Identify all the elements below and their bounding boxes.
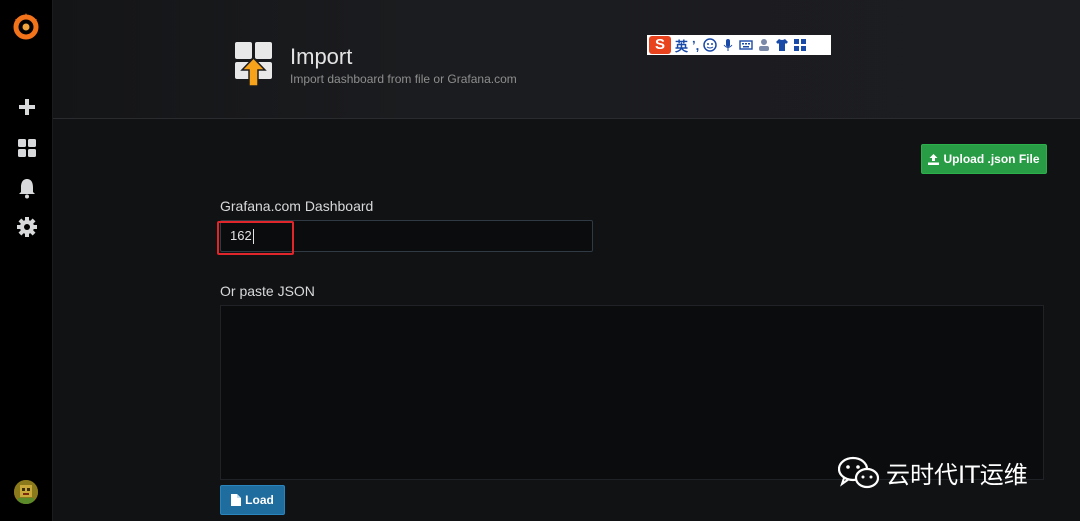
ime-language-label[interactable]: 英 — [675, 36, 688, 55]
microphone-icon[interactable] — [721, 38, 735, 52]
page-header: Import Import dashboard from file or Gra… — [53, 0, 1080, 119]
plus-icon[interactable] — [16, 96, 38, 118]
upload-button-label: Upload .json File — [943, 152, 1040, 166]
user-share-icon[interactable] — [757, 38, 771, 52]
paste-json-label: Or paste JSON — [220, 283, 315, 299]
ime-punctuation-label[interactable]: ʼ, — [692, 38, 699, 53]
sogou-logo-icon: S — [649, 36, 671, 54]
wechat-watermark: 云时代IT运维 — [838, 455, 1028, 490]
emoji-icon[interactable] — [703, 38, 717, 52]
ime-toolbar[interactable]: S 英 ʼ, — [647, 35, 831, 55]
bell-icon[interactable] — [16, 177, 38, 199]
grafana-dashboard-label: Grafana.com Dashboard — [220, 198, 374, 214]
watermark-text: 云时代IT运维 — [886, 461, 1028, 489]
grafana-logo-icon[interactable] — [11, 11, 41, 41]
shirt-icon[interactable] — [775, 38, 789, 52]
file-icon — [231, 494, 242, 506]
import-dashboard-icon — [235, 42, 272, 87]
wechat-icon — [838, 456, 880, 488]
dashboards-icon[interactable] — [16, 137, 38, 159]
page-title: Import — [290, 44, 353, 69]
sidebar — [0, 0, 53, 521]
load-button-label: Load — [245, 493, 274, 507]
grid-menu-icon[interactable] — [793, 38, 807, 52]
load-button[interactable]: Load — [220, 485, 285, 515]
keyboard-icon[interactable] — [739, 38, 753, 52]
paste-json-textarea[interactable] — [220, 305, 1044, 480]
user-avatar[interactable] — [14, 480, 38, 504]
page-subtitle: Import dashboard from file or Grafana.co… — [290, 72, 517, 86]
red-highlight-annotation — [217, 221, 294, 255]
upload-icon — [928, 153, 940, 165]
gear-icon[interactable] — [16, 216, 38, 238]
upload-json-file-button[interactable]: Upload .json File — [921, 144, 1047, 174]
